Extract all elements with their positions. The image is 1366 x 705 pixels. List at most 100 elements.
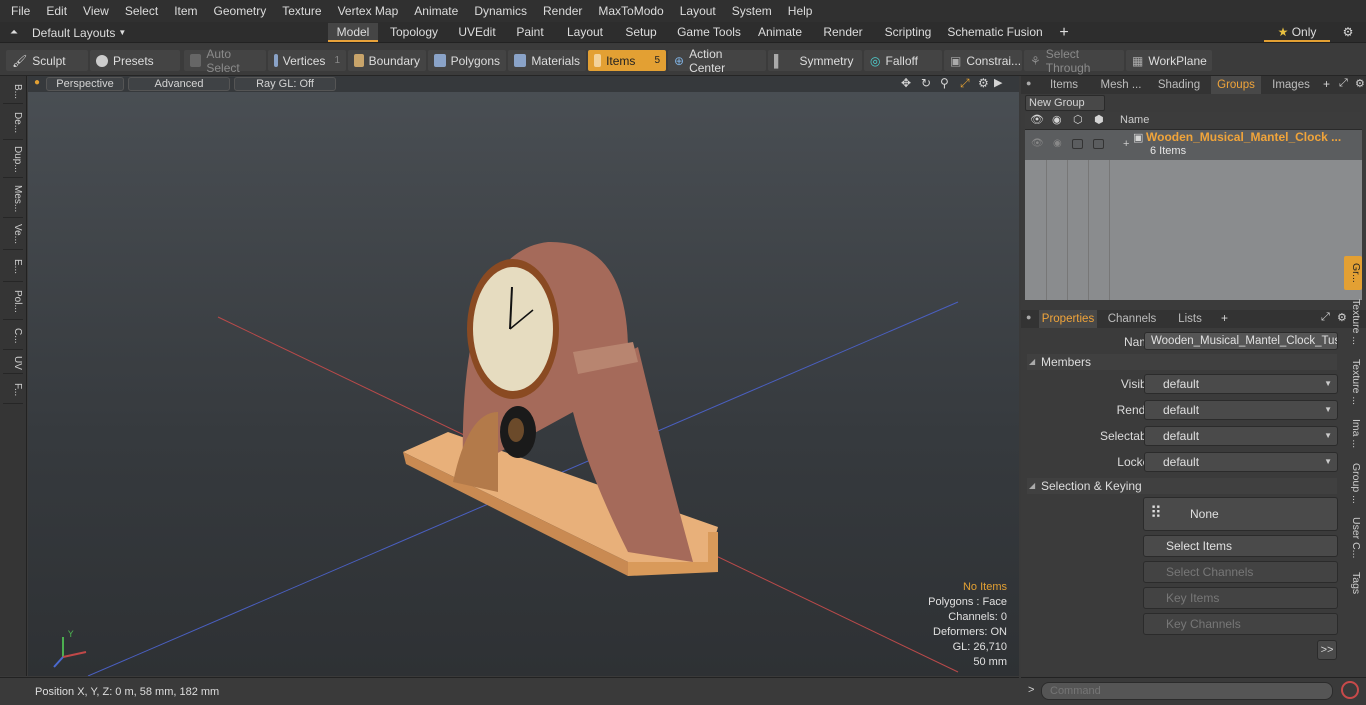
menu-select[interactable]: Select: [117, 0, 166, 22]
tab-uvedit[interactable]: UVEdit: [452, 23, 502, 42]
expand-plus-icon[interactable]: +: [1123, 138, 1129, 150]
sculpt-button[interactable]: 🖌 Sculpt: [6, 50, 88, 71]
viewport-gear-icon[interactable]: ⚙: [978, 76, 989, 90]
rotate-icon[interactable]: ↻: [921, 76, 931, 90]
auto-select-button[interactable]: Auto Select: [184, 47, 266, 75]
zoom-icon[interactable]: ⚲: [940, 76, 949, 90]
tab-setup[interactable]: Setup: [618, 23, 664, 42]
add-props-tab-icon[interactable]: +: [1221, 311, 1228, 325]
left-tab-vertex[interactable]: Ve...: [3, 220, 23, 250]
side-tab-user-channels[interactable]: User C...: [1344, 512, 1362, 564]
row-render-icon[interactable]: ◉: [1053, 138, 1062, 149]
selection-keying-section[interactable]: Selection & Keying: [1027, 478, 1337, 494]
left-tab-basic[interactable]: B...: [3, 80, 23, 104]
panel-dot-icon[interactable]: ●: [1026, 78, 1031, 88]
tab-animate[interactable]: Animate: [752, 23, 808, 42]
select-items-button[interactable]: Select Items: [1143, 535, 1338, 557]
tab-channels[interactable]: Channels: [1103, 310, 1161, 328]
workplane-button[interactable]: ▦ WorkPlane: [1126, 50, 1212, 71]
tab-schematic-fusion[interactable]: Schematic Fusion: [946, 23, 1044, 42]
name-field[interactable]: Wooden_Musical_Mantel_Clock_Tusca: [1144, 332, 1338, 350]
command-input[interactable]: [1041, 682, 1333, 700]
tab-layout[interactable]: Layout: [558, 23, 612, 42]
menu-vertex-map[interactable]: Vertex Map: [330, 0, 407, 22]
tab-lists[interactable]: Lists: [1165, 310, 1215, 328]
pan-icon[interactable]: ✥: [901, 76, 911, 90]
record-icon[interactable]: [1341, 681, 1359, 699]
tab-scripting[interactable]: Scripting: [878, 23, 938, 42]
more-button[interactable]: >>: [1317, 640, 1337, 660]
row-select-checkbox[interactable]: [1093, 139, 1104, 149]
action-center-button[interactable]: ⊕ Action Center: [668, 47, 766, 75]
render-icon[interactable]: ◉: [1052, 113, 1062, 126]
tab-game-tools[interactable]: Game Tools: [672, 23, 746, 42]
tab-images[interactable]: Images: [1263, 76, 1319, 94]
falloff-button[interactable]: ◎ Falloff: [864, 50, 942, 71]
presets-button[interactable]: Presets: [90, 50, 180, 71]
select-col-icon[interactable]: ⬢: [1094, 113, 1104, 126]
tab-topology[interactable]: Topology: [382, 23, 446, 42]
side-tab-group-2[interactable]: Group ...: [1344, 458, 1362, 508]
props-dot-icon[interactable]: ●: [1026, 312, 1031, 322]
render-dropdown[interactable]: default: [1144, 400, 1338, 420]
side-tab-tags[interactable]: Tags: [1344, 568, 1362, 598]
visible-dropdown[interactable]: default: [1144, 374, 1338, 394]
menu-maxtomodo[interactable]: MaxToModo: [590, 0, 671, 22]
expand-icon[interactable]: ⤢: [1339, 77, 1348, 90]
constraints-button[interactable]: ▣ Constrai...: [944, 50, 1022, 71]
tab-items[interactable]: Items: [1039, 76, 1089, 94]
row-eye-icon[interactable]: 👁: [1031, 138, 1044, 149]
left-tab-mesh[interactable]: Mes...: [3, 180, 23, 218]
tab-render[interactable]: Render: [816, 23, 870, 42]
side-tab-group[interactable]: Gr...: [1344, 256, 1362, 290]
left-tab-fusion[interactable]: F...: [3, 376, 23, 404]
symmetry-button[interactable]: ▌ Symmetry: [768, 50, 862, 71]
3d-viewport[interactable]: ● Perspective Advanced Ray GL: Off ✥ ↻ ⚲…: [28, 76, 1019, 676]
add-tab-icon[interactable]: +: [1054, 23, 1074, 42]
tab-properties[interactable]: Properties: [1039, 310, 1097, 328]
row-lock-checkbox[interactable]: [1072, 139, 1083, 149]
tab-mesh[interactable]: Mesh ...: [1093, 76, 1149, 94]
vertices-button[interactable]: Vertices 1: [268, 50, 346, 71]
group-row[interactable]: 👁 ◉ + ▣ Wooden_Musical_Mantel_Clock ... …: [1025, 130, 1362, 160]
advanced-button[interactable]: Advanced: [128, 77, 230, 91]
raygl-button[interactable]: Ray GL: Off: [234, 77, 336, 91]
panel-gear-icon[interactable]: ⚙: [1355, 77, 1365, 90]
key-items-button[interactable]: Key Items: [1143, 587, 1338, 609]
members-section[interactable]: Members: [1027, 354, 1337, 370]
boundary-button[interactable]: Boundary: [348, 50, 426, 71]
side-tab-texture-1[interactable]: Texture ...: [1344, 294, 1362, 350]
props-expand-icon[interactable]: ⤢: [1321, 311, 1330, 324]
locked-dropdown[interactable]: default: [1144, 452, 1338, 472]
only-toggle[interactable]: ★ Only: [1264, 23, 1330, 42]
menu-help[interactable]: Help: [780, 0, 821, 22]
tab-paint[interactable]: Paint: [508, 23, 552, 42]
menu-edit[interactable]: Edit: [38, 0, 75, 22]
menu-item[interactable]: Item: [166, 0, 205, 22]
new-group-button[interactable]: New Group: [1025, 95, 1105, 111]
menu-dynamics[interactable]: Dynamics: [466, 0, 535, 22]
fit-icon[interactable]: ⤢: [960, 76, 970, 91]
menu-system[interactable]: System: [724, 0, 780, 22]
items-button[interactable]: Items 5: [588, 50, 666, 71]
left-tab-uv[interactable]: UV: [3, 352, 23, 374]
tab-groups[interactable]: Groups: [1211, 76, 1261, 94]
group-name[interactable]: Wooden_Musical_Mantel_Clock ...: [1146, 130, 1341, 144]
eye-icon[interactable]: 👁: [1030, 113, 1044, 126]
side-tab-image[interactable]: Ima ...: [1344, 414, 1362, 454]
menu-animate[interactable]: Animate: [406, 0, 466, 22]
tab-model[interactable]: Model: [328, 23, 378, 42]
materials-button[interactable]: Materials: [508, 50, 586, 71]
layouts-dropdown[interactable]: ⏶ Default Layouts ▼: [0, 22, 140, 43]
gear-icon[interactable]: ⚙: [1338, 23, 1358, 42]
left-tab-deform[interactable]: De...: [3, 106, 23, 140]
side-tab-texture-2[interactable]: Texture ...: [1344, 354, 1362, 410]
menu-texture[interactable]: Texture: [274, 0, 329, 22]
selectable-dropdown[interactable]: default: [1144, 426, 1338, 446]
left-tab-duplicate[interactable]: Dup...: [3, 142, 23, 178]
perspective-button[interactable]: Perspective: [46, 77, 124, 91]
polygons-button[interactable]: Polygons: [428, 50, 506, 71]
viewport-more-icon[interactable]: ▶: [994, 76, 1002, 89]
viewport-dot-icon[interactable]: ●: [34, 77, 40, 88]
menu-file[interactable]: File: [3, 0, 38, 22]
